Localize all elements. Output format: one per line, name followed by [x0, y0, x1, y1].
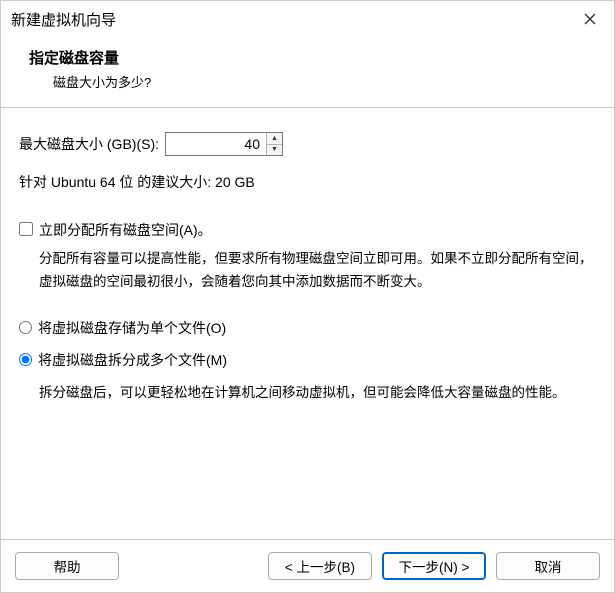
footer: 帮助 < 上一步(B) 下一步(N) > 取消 [1, 539, 614, 592]
allocate-checkbox[interactable] [19, 222, 33, 236]
spinner-up-icon[interactable]: ▲ [267, 133, 282, 145]
allocate-row: 立即分配所有磁盘空间(A)。 [19, 220, 596, 240]
split-multi-row: 将虚拟磁盘拆分成多个文件(M) [19, 350, 596, 370]
close-icon[interactable] [576, 7, 604, 31]
spinner-buttons: ▲ ▼ [266, 133, 282, 155]
disk-size-input[interactable] [166, 133, 266, 155]
spinner-down-icon[interactable]: ▼ [267, 145, 282, 156]
disk-size-label: 最大磁盘大小 (GB)(S): [19, 134, 159, 154]
wizard-window: 新建虚拟机向导 指定磁盘容量 磁盘大小为多少? 最大磁盘大小 (GB)(S): … [0, 0, 615, 593]
window-title: 新建虚拟机向导 [11, 9, 116, 30]
page-title: 指定磁盘容量 [29, 47, 594, 68]
header-panel: 指定磁盘容量 磁盘大小为多少? [1, 37, 614, 108]
split-single-radio[interactable] [19, 321, 32, 334]
titlebar: 新建虚拟机向导 [1, 1, 614, 37]
split-multi-label[interactable]: 将虚拟磁盘拆分成多个文件(M) [38, 350, 227, 370]
split-multi-radio[interactable] [19, 353, 32, 366]
disk-size-row: 最大磁盘大小 (GB)(S): ▲ ▼ [19, 132, 596, 156]
allocate-desc: 分配所有容量可以提高性能，但要求所有物理磁盘空间立即可用。如果不立即分配所有空间… [39, 248, 596, 294]
split-single-label[interactable]: 将虚拟磁盘存储为单个文件(O) [38, 318, 226, 338]
recommended-size: 针对 Ubuntu 64 位 的建议大小: 20 GB [19, 172, 596, 192]
help-button[interactable]: 帮助 [15, 552, 119, 580]
page-subtitle: 磁盘大小为多少? [53, 72, 594, 91]
body: 最大磁盘大小 (GB)(S): ▲ ▼ 针对 Ubuntu 64 位 的建议大小… [1, 108, 614, 539]
next-button[interactable]: 下一步(N) > [382, 552, 486, 580]
split-desc: 拆分磁盘后，可以更轻松地在计算机之间移动虚拟机，但可能会降低大容量磁盘的性能。 [39, 382, 596, 405]
allocate-label[interactable]: 立即分配所有磁盘空间(A)。 [39, 220, 212, 240]
disk-size-spinner: ▲ ▼ [165, 132, 283, 156]
cancel-button[interactable]: 取消 [496, 552, 600, 580]
back-button[interactable]: < 上一步(B) [268, 552, 372, 580]
split-single-row: 将虚拟磁盘存储为单个文件(O) [19, 318, 596, 338]
split-radio-group: 将虚拟磁盘存储为单个文件(O) 将虚拟磁盘拆分成多个文件(M) 拆分磁盘后，可以… [19, 318, 596, 405]
